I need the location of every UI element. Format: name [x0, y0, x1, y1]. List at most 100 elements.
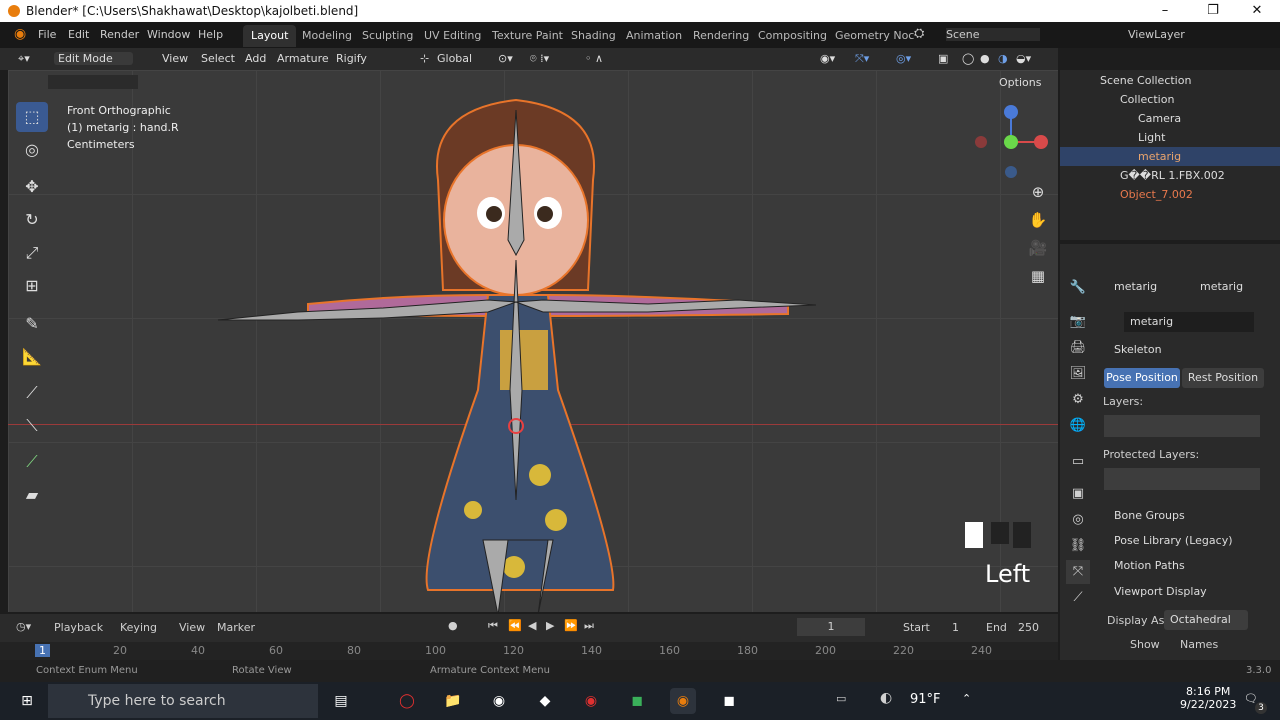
- pivot-icon[interactable]: ⊙▾: [498, 52, 513, 65]
- pose-position-button[interactable]: Pose Position: [1104, 368, 1180, 388]
- section-skeleton[interactable]: Skeleton: [1096, 339, 1280, 361]
- menu-armature[interactable]: Armature: [277, 52, 329, 65]
- character-model[interactable]: [198, 90, 838, 612]
- orientation-selector[interactable]: Global: [437, 52, 472, 65]
- menu-help[interactable]: Help: [198, 28, 223, 41]
- tab-sculpting[interactable]: Sculpting: [354, 25, 421, 47]
- menu-view[interactable]: View: [162, 52, 188, 65]
- transform-tool[interactable]: ⊞: [16, 271, 48, 301]
- section-bone-groups[interactable]: Bone Groups: [1096, 505, 1280, 527]
- pan-hand-icon[interactable]: ✋: [1024, 206, 1052, 234]
- section-motion-paths[interactable]: Motion Paths: [1096, 555, 1280, 577]
- scale-tool[interactable]: ⤢: [16, 238, 48, 268]
- menu-add[interactable]: Add: [245, 52, 266, 65]
- timeline-keying-menu[interactable]: Keying: [120, 621, 157, 634]
- app-icon[interactable]: ◼: [716, 688, 742, 714]
- menu-file[interactable]: File: [38, 28, 56, 41]
- timeline-playback-menu[interactable]: Playback: [54, 621, 103, 634]
- clock[interactable]: 8:16 PM 9/22/2023: [1180, 685, 1236, 711]
- menu-rigify[interactable]: Rigify: [336, 52, 367, 65]
- options-button[interactable]: Options: [999, 76, 1051, 90]
- wireframe-shading-icon[interactable]: ◯: [962, 52, 974, 65]
- taskbar-search-input[interactable]: Type here to search: [48, 684, 318, 718]
- opera-icon[interactable]: ◯: [394, 688, 420, 714]
- tool-tab-icon[interactable]: 🔧: [1066, 276, 1090, 300]
- scene-tab-icon[interactable]: ⚙: [1066, 388, 1090, 412]
- cursor-tool[interactable]: ◎: [16, 135, 48, 165]
- snap-icon[interactable]: ⌾ ⁞▾: [530, 52, 549, 66]
- move-tool[interactable]: ✥: [16, 172, 48, 202]
- select-mode-buttons[interactable]: [48, 75, 138, 89]
- editor-type-icon[interactable]: ⌖▾: [18, 52, 30, 66]
- names-checkbox[interactable]: Names: [1180, 638, 1218, 651]
- mode-selector[interactable]: Edit Mode: [54, 52, 133, 65]
- bone-envelope-tool[interactable]: ▰: [16, 480, 48, 510]
- outliner-item-light[interactable]: Light: [1060, 128, 1280, 147]
- constraints-tab-icon[interactable]: ⛓: [1066, 534, 1090, 558]
- view-layer-tab-icon[interactable]: 🖼: [1066, 362, 1090, 386]
- timeline-marker-menu[interactable]: Marker: [217, 621, 255, 634]
- proportional-edit-icon[interactable]: ◦ ∧: [585, 52, 603, 65]
- jump-start-button[interactable]: ⏮: [488, 619, 498, 633]
- visibility-icon[interactable]: ◉▾: [820, 52, 835, 65]
- timeline-editor-icon[interactable]: ◷▾: [16, 620, 31, 633]
- blender-menu-icon[interactable]: ◉: [14, 26, 26, 42]
- tab-modeling[interactable]: Modeling: [294, 25, 360, 47]
- close-button[interactable]: ✕: [1234, 0, 1280, 22]
- tab-layout[interactable]: Layout: [243, 25, 297, 47]
- chrome-profile-icon[interactable]: ◉: [578, 688, 604, 714]
- outliner-item-metarig[interactable]: metarig: [1060, 147, 1280, 166]
- world-tab-icon[interactable]: 🌐: [1066, 414, 1090, 438]
- tab-rendering[interactable]: Rendering: [685, 25, 757, 47]
- physics-tab-icon[interactable]: ◎: [1066, 508, 1090, 532]
- menu-window[interactable]: Window: [147, 28, 190, 41]
- material-shading-icon[interactable]: ◑: [998, 52, 1008, 65]
- tab-texture-paint[interactable]: Texture Paint: [484, 25, 571, 47]
- section-viewport-display[interactable]: Viewport Display: [1096, 581, 1280, 603]
- select-box-tool[interactable]: ⬚: [16, 102, 48, 132]
- app-icon[interactable]: ◆: [532, 688, 558, 714]
- next-keyframe-button[interactable]: ⏩: [564, 619, 578, 632]
- measure-tool[interactable]: 📐: [16, 342, 48, 372]
- timeline-view-menu[interactable]: View: [179, 621, 205, 634]
- tab-uv-editing[interactable]: UV Editing: [416, 25, 489, 47]
- chrome-icon[interactable]: ◉: [486, 688, 512, 714]
- layers-grid[interactable]: [1104, 415, 1260, 437]
- solid-shading-icon[interactable]: ●: [980, 52, 990, 65]
- breadcrumb-data[interactable]: metarig: [1200, 280, 1243, 293]
- tab-compositing[interactable]: Compositing: [750, 25, 835, 47]
- tray-icon[interactable]: ▭: [836, 692, 846, 705]
- task-view-icon[interactable]: ▤: [328, 688, 354, 714]
- annotate-tool[interactable]: ✎: [16, 309, 48, 339]
- display-as-select[interactable]: Octahedral: [1164, 610, 1248, 630]
- bone-size-tool[interactable]: ⟍: [16, 411, 48, 441]
- render-tab-icon[interactable]: 📷: [1066, 310, 1090, 334]
- prev-keyframe-button[interactable]: ⏪: [508, 619, 522, 632]
- menu-select[interactable]: Select: [201, 52, 235, 65]
- overlay-icon[interactable]: ◎▾: [896, 52, 911, 65]
- end-frame-field[interactable]: 250: [1018, 621, 1039, 634]
- ortho-toggle-icon[interactable]: ▦: [1024, 262, 1052, 290]
- tab-shading[interactable]: Shading: [563, 25, 624, 47]
- section-pose-library[interactable]: Pose Library (Legacy): [1096, 530, 1280, 552]
- weather-icon[interactable]: ◐: [880, 690, 892, 706]
- timeline-ruler[interactable]: 1 20 40 60 80 100 120 140 160 180 200 22…: [0, 642, 1058, 660]
- bone-tab-icon[interactable]: ⟋: [1066, 586, 1090, 610]
- minimize-button[interactable]: –: [1142, 0, 1188, 22]
- roll-tool[interactable]: ⟋: [16, 447, 48, 477]
- maximize-button[interactable]: ❐: [1190, 0, 1236, 22]
- rotate-tool[interactable]: ↻: [16, 205, 48, 235]
- jump-end-button[interactable]: ⏭: [584, 619, 594, 633]
- rest-position-button[interactable]: Rest Position: [1182, 368, 1264, 388]
- scene-selector[interactable]: Scene: [946, 28, 1040, 41]
- weather-temp[interactable]: 91°F: [910, 692, 941, 707]
- outliner-item-girl-fbx[interactable]: G��RL 1.FBX.002: [1060, 166, 1280, 185]
- menu-edit[interactable]: Edit: [68, 28, 89, 41]
- rendered-shading-icon[interactable]: ◒▾: [1016, 52, 1031, 65]
- current-frame-field[interactable]: 1: [797, 618, 865, 636]
- blender-taskbar-icon[interactable]: ◉: [670, 688, 696, 714]
- play-button[interactable]: ▶: [546, 619, 554, 632]
- camtasia-icon[interactable]: ◼: [624, 688, 650, 714]
- tab-geometry-nodes[interactable]: Geometry Noc: [827, 25, 922, 47]
- viewlayer-selector[interactable]: ViewLayer: [1128, 28, 1185, 41]
